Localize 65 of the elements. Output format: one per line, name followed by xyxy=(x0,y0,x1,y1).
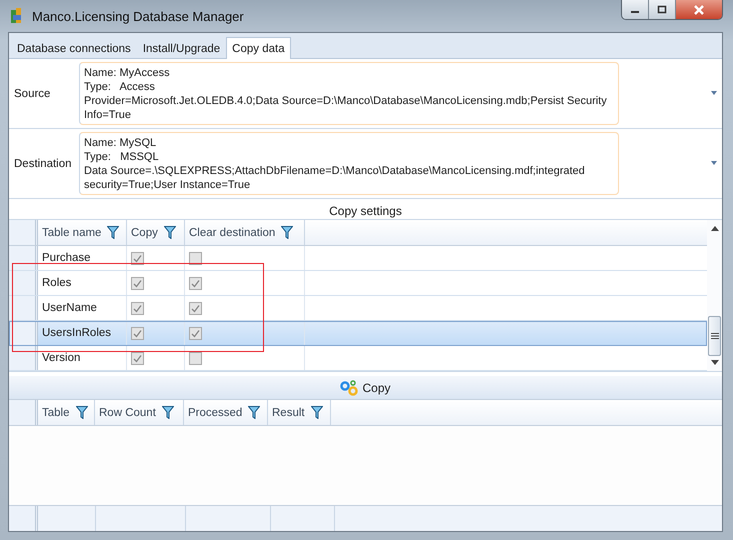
connection-detail: Name: MyAccess xyxy=(84,66,171,80)
checkbox[interactable] xyxy=(189,352,202,364)
row-header xyxy=(9,296,38,320)
table-name: Roles xyxy=(42,277,72,289)
filter-icon[interactable] xyxy=(281,226,294,239)
table-row[interactable]: Roles xyxy=(9,271,707,296)
close-button[interactable] xyxy=(676,0,722,19)
checkbox[interactable] xyxy=(189,302,202,314)
filter-icon[interactable] xyxy=(162,406,174,419)
tab[interactable]: Copy data xyxy=(226,37,291,59)
dropdown-arrow-icon[interactable] xyxy=(711,91,717,95)
scrollbar[interactable] xyxy=(707,220,722,371)
window-title: Manco.Licensing Database Manager xyxy=(32,8,244,24)
checkbox[interactable] xyxy=(189,276,202,290)
column-header[interactable]: Clear destination xyxy=(185,220,305,245)
tab[interactable]: Install/Upgrade xyxy=(136,38,226,58)
connection-dropdown[interactable]: Name: MySQL Type: MSSQL Data Source=.\SQLEXPRESS;AttachDbFilename=D:\Manco\Database\MancoLicensing.mdf;integrated security=True;User Instance=True xyxy=(79,132,619,195)
filter-icon[interactable] xyxy=(164,226,176,239)
connection-label: Destination xyxy=(13,158,73,170)
checkbox[interactable] xyxy=(131,252,144,264)
connection-detail: Type: Access xyxy=(84,80,156,94)
dropdown-arrow-icon[interactable] xyxy=(711,161,717,165)
scroll-thumb[interactable] xyxy=(708,316,721,356)
row-header xyxy=(9,346,38,370)
filter-icon[interactable] xyxy=(310,406,323,419)
table-row[interactable]: UsersInRoles xyxy=(9,321,707,346)
connection-detail: Data Source=.\SQLEXPRESS;AttachDbFilename=D:\Manco\Database\MancoLicensing.mdf;integrated security=True;User Instance=True xyxy=(84,164,586,192)
column-header[interactable]: Processed xyxy=(184,400,268,425)
scroll-up-icon[interactable] xyxy=(710,226,718,231)
column-header[interactable]: Table xyxy=(38,400,95,425)
connection-detail: Provider=Microsoft.Jet.OLEDB.4.0;Data Source=D:\Manco\Database\MancoLicensing.mdb;Persist Security Info=True xyxy=(84,94,608,122)
table-row[interactable]: Purchase xyxy=(9,246,707,271)
database-icon xyxy=(10,7,24,25)
connection-dropdown[interactable]: Name: MyAccess Type: Access Provider=Microsoft.Jet.OLEDB.4.0;Data Source=D:\Manco\Database\MancoLicensing.mdb;Persist Security Info=True xyxy=(79,62,619,125)
scroll-down-icon[interactable] xyxy=(710,360,718,365)
filter-icon[interactable] xyxy=(76,406,88,419)
table-row[interactable]: Version xyxy=(9,346,707,371)
tab[interactable]: Database connections xyxy=(11,38,137,58)
table-name: UserName xyxy=(42,302,97,314)
connection-label: Source xyxy=(13,88,52,100)
checkbox[interactable] xyxy=(131,302,144,314)
table-name: UsersInRoles xyxy=(42,327,112,339)
maximize-icon[interactable] xyxy=(657,5,667,14)
minimize-button[interactable] xyxy=(622,0,649,19)
connection-detail: Name: MySQL xyxy=(84,136,158,150)
checkbox[interactable] xyxy=(131,276,144,290)
checkbox[interactable] xyxy=(189,252,202,264)
row-header xyxy=(9,271,38,295)
table-name: Version xyxy=(42,352,80,364)
checkbox[interactable] xyxy=(131,352,144,364)
column-header[interactable]: Result xyxy=(268,400,331,425)
row-header xyxy=(9,321,38,345)
maximize-button[interactable] xyxy=(649,0,676,19)
checkbox[interactable] xyxy=(189,326,202,340)
filter-icon[interactable] xyxy=(107,226,120,239)
column-header[interactable]: Copy xyxy=(127,220,185,245)
close-icon[interactable] xyxy=(693,4,705,14)
gears-icon[interactable] xyxy=(340,380,360,396)
table-name: Purchase xyxy=(42,252,91,264)
column-header[interactable]: Row Count xyxy=(95,400,184,425)
column-header[interactable]: Table name xyxy=(38,220,127,245)
filter-icon[interactable] xyxy=(248,406,260,419)
copy-button[interactable]: Copy xyxy=(9,376,722,400)
checkbox[interactable] xyxy=(131,326,144,340)
connection-detail: Type: MSSQL xyxy=(84,150,160,164)
